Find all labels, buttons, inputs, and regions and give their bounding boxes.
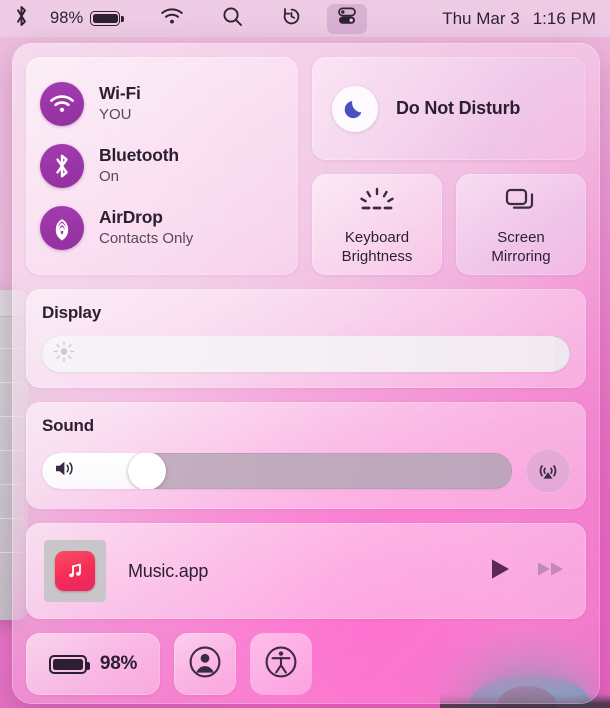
menu-bar: 98% Thu Mar 3 1:16 PM (0, 0, 610, 37)
screen-mirroring-tile[interactable]: Screen Mirroring (456, 174, 586, 275)
screen-mirroring-icon (504, 187, 538, 218)
wifi-icon (160, 7, 184, 30)
keyboard-brightness-label: Keyboard Brightness (341, 228, 413, 265)
battery-icon (48, 654, 90, 674)
wifi-control[interactable]: Wi-Fi YOU (40, 76, 284, 132)
airdrop-label: AirDrop (99, 206, 163, 227)
wifi-status: YOU (99, 105, 132, 123)
do-not-disturb-label: Do Not Disturb (396, 98, 521, 118)
menubar-battery-status[interactable]: 98% (38, 4, 129, 34)
menubar-control-center-button[interactable] (327, 3, 368, 34)
airplay-audio-icon[interactable] (526, 449, 570, 493)
keyboard-brightness-tile[interactable]: Keyboard Brightness (312, 174, 442, 275)
keyboard-brightness-icon (357, 187, 397, 218)
airdrop-icon (40, 206, 84, 250)
accessibility-icon (264, 645, 298, 684)
battery-percent: 98% (99, 653, 138, 674)
music-app-icon (55, 551, 95, 591)
fast-forward-icon[interactable] (536, 556, 566, 587)
music-app-icon-container (44, 540, 106, 602)
time-machine-icon (281, 6, 302, 32)
bluetooth-icon (40, 144, 84, 188)
control-center-icon (336, 5, 358, 32)
brightness-icon (53, 341, 75, 368)
sound-tile: Sound (26, 402, 586, 509)
menubar-wifi-button[interactable] (151, 4, 193, 34)
menubar-date: Thu Mar 3 (442, 8, 520, 28)
menubar-bluetooth-button[interactable] (0, 4, 38, 34)
moon-icon (332, 85, 378, 132)
do-not-disturb-tile[interactable]: Do Not Disturb (312, 57, 586, 160)
display-brightness-slider[interactable] (42, 336, 570, 372)
menubar-time: 1:16 PM (532, 8, 596, 28)
user-account-button[interactable] (174, 633, 236, 695)
volume-icon (53, 459, 79, 484)
bluetooth-icon (14, 5, 29, 32)
mini-tiles-row: Keyboard Brightness Screen Mirroring (312, 174, 586, 275)
display-slider-wrap (42, 336, 570, 372)
bluetooth-control[interactable]: Bluetooth On (40, 138, 284, 194)
airdrop-control[interactable]: AirDrop Contacts Only (40, 200, 284, 256)
bluetooth-label: Bluetooth (99, 144, 179, 165)
menubar-spotlight-button[interactable] (213, 4, 252, 34)
menubar-clock[interactable]: Thu Mar 3 1:16 PM (442, 9, 596, 29)
control-center-top-row: Wi-Fi YOU Bluetooth On AirDrop Contacts … (26, 57, 586, 275)
menubar-battery-percent: 98% (50, 9, 84, 27)
play-icon[interactable] (488, 556, 512, 587)
user-account-icon (188, 645, 222, 684)
display-slider-fill (42, 336, 555, 372)
control-center-panel: Wi-Fi YOU Bluetooth On AirDrop Contacts … (12, 43, 600, 704)
now-playing-app-name: Music.app (128, 560, 209, 581)
now-playing-tile: Music.app (26, 523, 586, 619)
display-title: Display (42, 303, 102, 322)
display-tile: Display (26, 289, 586, 388)
wifi-label: Wi-Fi (99, 82, 141, 103)
control-center-right-column: Do Not Disturb Keyboard Brightness Scree… (312, 57, 586, 275)
bluetooth-status: On (99, 167, 120, 185)
sound-slider-wrap (42, 449, 570, 493)
battery-icon (90, 11, 124, 26)
menubar-time-machine-button[interactable] (272, 4, 311, 34)
now-playing-controls (488, 556, 566, 587)
search-icon (222, 6, 243, 32)
accessibility-button[interactable] (250, 633, 312, 695)
wifi-icon (40, 82, 84, 126)
screen-mirroring-label: Screen Mirroring (491, 228, 551, 265)
sound-slider-knob[interactable] (128, 453, 167, 489)
control-center-bottom-row: 98% (26, 633, 586, 695)
airdrop-status: Contacts Only (99, 229, 194, 247)
sound-volume-slider[interactable] (42, 453, 512, 489)
connectivity-tile: Wi-Fi YOU Bluetooth On AirDrop Contacts … (26, 57, 298, 275)
battery-tile[interactable]: 98% (26, 633, 160, 695)
sound-title: Sound (42, 416, 94, 435)
